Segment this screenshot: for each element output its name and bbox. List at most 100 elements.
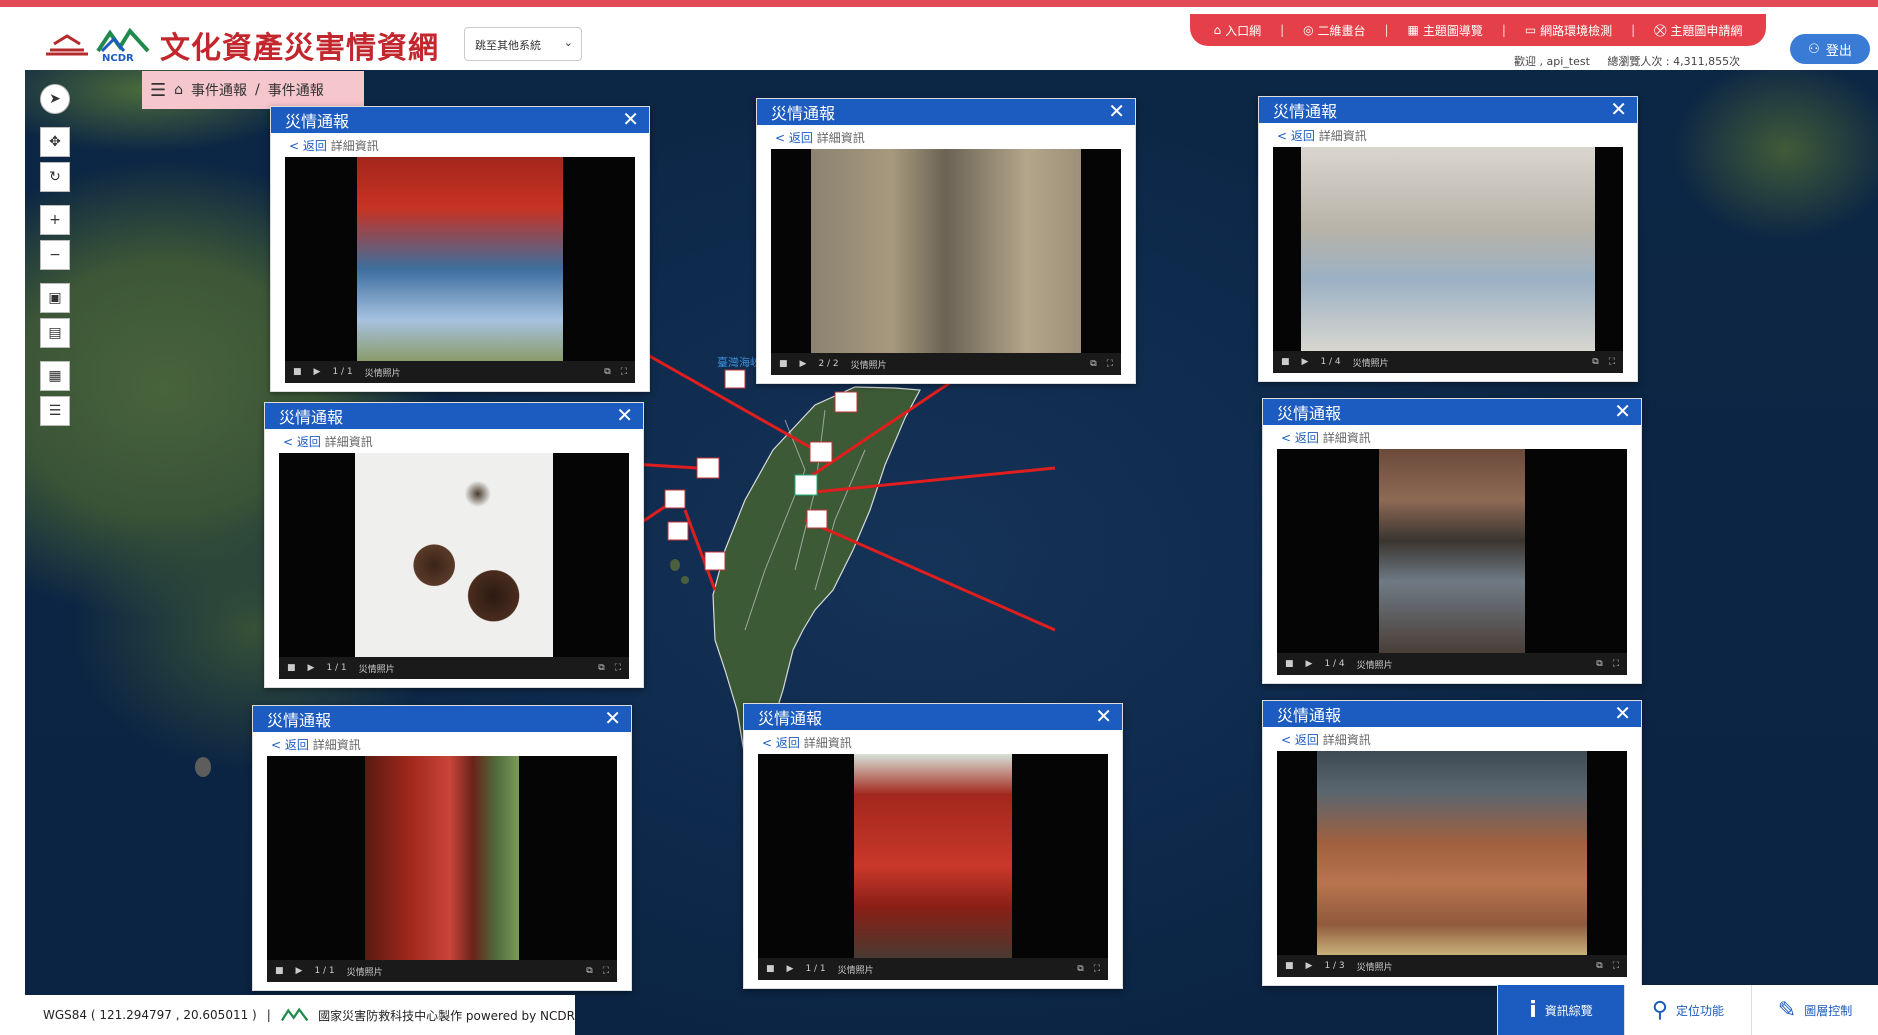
photo <box>854 754 1012 958</box>
layers-icon[interactable]: ☰ <box>40 396 70 426</box>
detail-label: 詳細資訊 <box>803 736 852 750</box>
stop-icon[interactable]: ■ <box>766 964 775 974</box>
photo-viewer[interactable]: ■ ▶ 1 / 1 災情照片 ⧉ ⛶ <box>267 756 617 982</box>
zoom-out-icon[interactable]: − <box>40 240 70 270</box>
close-icon[interactable]: ✕ <box>1614 702 1631 724</box>
3d-view-icon[interactable]: ▣ <box>40 283 70 313</box>
document-icon[interactable]: ▦ <box>40 361 70 391</box>
popup-title: 災情通報 <box>285 112 350 131</box>
back-link[interactable]: < 返回 <box>1281 431 1319 445</box>
rotate-icon[interactable]: ↻ <box>40 162 70 192</box>
close-icon[interactable]: ✕ <box>604 707 621 729</box>
stop-icon[interactable]: ■ <box>293 367 302 377</box>
back-link[interactable]: < 返回 <box>289 139 327 153</box>
photo-viewer[interactable]: ■ ▶ 2 / 2 災情照片 ⧉ ⛶ <box>771 149 1121 375</box>
photo-viewer[interactable]: ■ ▶ 1 / 1 災情照片 ⧉ ⛶ <box>279 453 629 679</box>
copy-icon[interactable]: ⧉ <box>598 663 604 673</box>
nav-portal[interactable]: ⌂ 入口網 <box>1213 22 1261 39</box>
stop-icon[interactable]: ■ <box>1285 659 1294 669</box>
pan-icon[interactable]: ✥ <box>40 127 70 157</box>
close-icon[interactable]: ✕ <box>1108 100 1125 122</box>
breadcrumb-current: 事件通報 <box>267 83 324 99</box>
nav-network-check[interactable]: ▭ 網路環境檢測 <box>1525 22 1612 39</box>
play-icon[interactable]: ▶ <box>787 964 794 974</box>
photo-label: 災情照片 <box>358 664 395 675</box>
fullscreen-icon[interactable]: ⛶ <box>1094 964 1100 974</box>
chevron-down-icon: ⌄ <box>563 36 573 49</box>
copy-icon[interactable]: ⧉ <box>1077 964 1083 974</box>
copy-icon[interactable]: ⧉ <box>1596 961 1602 971</box>
photo-viewer[interactable]: ■ ▶ 1 / 3 災情照片 ⧉ ⛶ <box>1277 751 1627 977</box>
fullscreen-icon[interactable]: ⛶ <box>1613 961 1619 971</box>
cart-icon: ⛒ <box>1654 22 1667 37</box>
back-link[interactable]: < 返回 <box>283 435 321 449</box>
back-link[interactable]: < 返回 <box>1281 733 1319 747</box>
logout-button[interactable]: ⚇ 登出 <box>1790 34 1870 64</box>
photo-counter: 1 / 1 <box>314 966 335 976</box>
copy-icon[interactable]: ⧉ <box>1596 659 1602 669</box>
tab-info-overview[interactable]: i 資訊綜覽 <box>1497 985 1624 1035</box>
stop-icon[interactable]: ■ <box>275 966 284 976</box>
tab-location[interactable]: ⚲ 定位功能 <box>1624 985 1751 1035</box>
copy-icon[interactable]: ⧉ <box>586 966 592 976</box>
fullscreen-icon[interactable]: ⛶ <box>621 367 627 377</box>
play-icon[interactable]: ▶ <box>296 966 303 976</box>
play-icon[interactable]: ▶ <box>1306 961 1313 971</box>
strait-label: 臺灣海峽 <box>717 355 761 369</box>
copy-icon[interactable]: ⧉ <box>1090 359 1096 369</box>
map-toolbar: ➤ ✥ ↻ + − ▣ ▤ ▦ ☰ <box>40 84 70 431</box>
fullscreen-icon[interactable]: ⛶ <box>603 966 609 976</box>
play-icon[interactable]: ▶ <box>314 367 321 377</box>
back-link[interactable]: < 返回 <box>1277 129 1315 143</box>
play-icon[interactable]: ▶ <box>1306 659 1313 669</box>
close-icon[interactable]: ✕ <box>1610 98 1627 120</box>
fullscreen-icon[interactable]: ⛶ <box>1107 359 1113 369</box>
back-link[interactable]: < 返回 <box>762 736 800 750</box>
nav-2d-platform[interactable]: ◎ 二維畫台 <box>1303 22 1366 39</box>
play-icon[interactable]: ▶ <box>308 663 315 673</box>
popup-title: 災情通報 <box>1273 102 1338 121</box>
detail-label: 詳細資訊 <box>1318 129 1367 143</box>
photo-viewer[interactable]: ■ ▶ 1 / 1 災情照片 ⧉ ⛶ <box>285 157 635 383</box>
compass-icon[interactable]: ➤ <box>40 84 70 114</box>
close-icon[interactable]: ✕ <box>1095 705 1112 727</box>
photo-viewer[interactable]: ■ ▶ 1 / 1 災情照片 ⧉ ⛶ <box>758 754 1108 980</box>
close-icon[interactable]: ✕ <box>1614 400 1631 422</box>
nav-theme-guide[interactable]: ▦ 主題圖導覽 <box>1408 22 1483 39</box>
detail-label: 詳細資訊 <box>330 139 379 153</box>
stop-icon[interactable]: ■ <box>287 663 296 673</box>
stop-icon[interactable]: ■ <box>779 359 788 369</box>
photo-viewer[interactable]: ■ ▶ 1 / 4 災情照片 ⧉ ⛶ <box>1273 147 1623 373</box>
coord-readout: WGS84 ( 121.294797 , 20.605011 ) <box>43 1008 257 1022</box>
back-link[interactable]: < 返回 <box>775 131 813 145</box>
tab-layer-control[interactable]: ✎ 圖層控制 <box>1751 985 1878 1035</box>
close-icon[interactable]: ✕ <box>622 108 639 130</box>
copy-icon[interactable]: ⧉ <box>604 367 610 377</box>
logo[interactable]: NCDR 文化資產災害情資網 <box>44 23 439 67</box>
close-icon[interactable]: ✕ <box>616 404 633 426</box>
system-select[interactable]: 跳至其他系統 ⌄ <box>464 27 582 61</box>
nav-theme-apply[interactable]: ⛒ 主題圖申請網 <box>1654 22 1742 39</box>
breadcrumb-home[interactable]: 事件通報 <box>191 80 247 100</box>
photo-viewer[interactable]: ■ ▶ 1 / 4 災情照片 ⧉ ⛶ <box>1277 449 1627 675</box>
coordinate-bar: WGS84 ( 121.294797 , 20.605011 ) | 國家災害防… <box>25 995 575 1035</box>
disaster-popup: 災情通報 ✕ < 返回 詳細資訊 ■ ▶ 1 / 4 災情照片 ⧉ ⛶ <box>1258 96 1638 382</box>
fullscreen-icon[interactable]: ⛶ <box>615 663 621 673</box>
top-nav: ⌂ 入口網 | ◎ 二維畫台 | ▦ 主題圖導覽 | ▭ 網路環境檢測 | ⛒ 主題圖申請… <box>1190 14 1766 46</box>
viewer-controls: ■ ▶ 1 / 4 災情照片 ⧉ ⛶ <box>1277 653 1627 675</box>
stop-icon[interactable]: ■ <box>1281 357 1290 367</box>
photo <box>1301 147 1595 351</box>
play-icon[interactable]: ▶ <box>1302 357 1309 367</box>
menu-icon[interactable]: ☰ <box>150 80 166 101</box>
2d-view-icon[interactable]: ▤ <box>40 318 70 348</box>
fullscreen-icon[interactable]: ⛶ <box>1613 659 1619 669</box>
fullscreen-icon[interactable]: ⛶ <box>1609 357 1615 367</box>
zoom-in-icon[interactable]: + <box>40 205 70 235</box>
back-link[interactable]: < 返回 <box>271 738 309 752</box>
play-icon[interactable]: ▶ <box>800 359 807 369</box>
site-title: 文化資產災害情資網 <box>160 31 439 66</box>
stop-icon[interactable]: ■ <box>1285 961 1294 971</box>
header: NCDR 文化資產災害情資網 跳至其他系統 ⌄ ⌂ 入口網 | ◎ 二維畫台 | ▦ 主… <box>0 0 1878 70</box>
copy-icon[interactable]: ⧉ <box>1592 357 1598 367</box>
bottom-tabs: i 資訊綜覽 ⚲ 定位功能 ✎ 圖層控制 <box>1497 985 1878 1035</box>
